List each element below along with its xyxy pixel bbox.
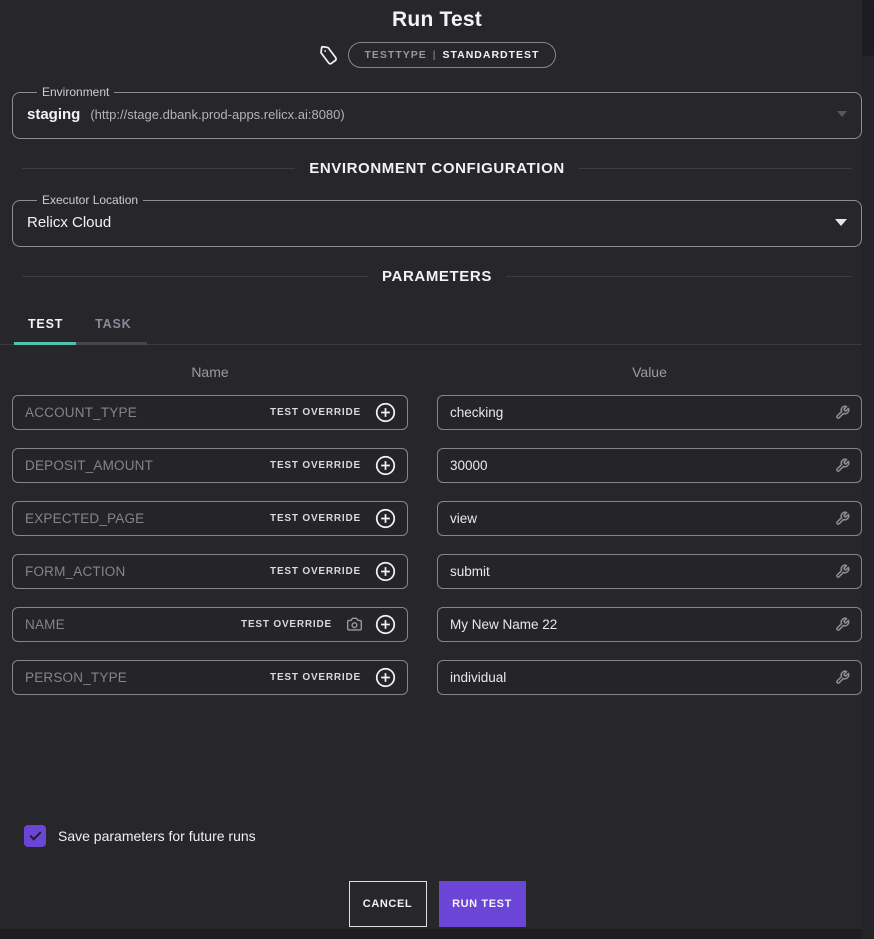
test-override-badge: TEST OVERRIDE <box>270 407 361 418</box>
param-value-field[interactable]: view <box>437 501 862 536</box>
value-column-header: Value <box>437 364 862 380</box>
add-override-button[interactable] <box>375 402 396 423</box>
environment-label: Environment <box>37 85 114 99</box>
save-parameters-checkbox[interactable] <box>24 825 46 847</box>
wrench-icon[interactable] <box>835 564 850 579</box>
section-parameters: PARAMETERS <box>22 268 852 285</box>
test-override-badge: TEST OVERRIDE <box>270 672 361 683</box>
scrollbar-thumb[interactable] <box>862 0 874 56</box>
tag-icon <box>318 45 339 66</box>
section-environment-configuration: ENVIRONMENT CONFIGURATION <box>22 160 852 177</box>
param-name: FORM_ACTION <box>25 564 270 579</box>
dialog-bottom-edge <box>0 929 874 939</box>
param-name: DEPOSIT_AMOUNT <box>25 458 270 473</box>
scrollbar-track[interactable] <box>862 0 874 939</box>
param-name: EXPECTED_PAGE <box>25 511 270 526</box>
param-value-field[interactable]: My New Name 22 <box>437 607 862 642</box>
add-override-button[interactable] <box>375 667 396 688</box>
param-value-field[interactable]: submit <box>437 554 862 589</box>
param-value-field[interactable]: checking <box>437 395 862 430</box>
chevron-down-icon[interactable] <box>835 219 847 226</box>
badge-separator: | <box>433 49 437 61</box>
executor-location-select[interactable]: Executor Location Relicx Cloud <box>12 193 862 247</box>
param-name: PERSON_TYPE <box>25 670 270 685</box>
environment-select[interactable]: Environment staging (http://stage.dbank.… <box>12 85 862 139</box>
param-name-field[interactable]: FORM_ACTION TEST OVERRIDE <box>12 554 408 589</box>
table-row: EXPECTED_PAGE TEST OVERRIDE view <box>12 501 862 536</box>
test-override-badge: TEST OVERRIDE <box>270 460 361 471</box>
camera-icon[interactable] <box>346 617 363 632</box>
badge-key-label: TESTTYPE <box>365 49 427 61</box>
environment-url: (http://stage.dbank.prod-apps.relicx.ai:… <box>90 107 344 122</box>
wrench-icon[interactable] <box>835 458 850 473</box>
parameters-tabs: TEST TASK <box>0 309 874 345</box>
param-name: ACCOUNT_TYPE <box>25 405 270 420</box>
section-title: PARAMETERS <box>382 268 492 285</box>
environment-value: staging <box>27 106 80 123</box>
chevron-down-icon[interactable] <box>837 111 847 117</box>
param-name-field[interactable]: PERSON_TYPE TEST OVERRIDE <box>12 660 408 695</box>
run-test-dialog: Run Test TESTTYPE | STANDARDTEST Environ… <box>0 0 874 939</box>
table-headers: Name Value <box>12 364 862 380</box>
param-value-field[interactable]: individual <box>437 660 862 695</box>
parameters-table: Name Value ACCOUNT_TYPE TEST OVERRIDE <box>12 364 862 695</box>
add-override-button[interactable] <box>375 508 396 529</box>
table-row: DEPOSIT_AMOUNT TEST OVERRIDE 30000 <box>12 448 862 483</box>
param-name-field[interactable]: ACCOUNT_TYPE TEST OVERRIDE <box>12 395 408 430</box>
param-value: view <box>450 511 835 526</box>
test-override-badge: TEST OVERRIDE <box>270 513 361 524</box>
param-name-field[interactable]: NAME TEST OVERRIDE <box>12 607 408 642</box>
add-override-button[interactable] <box>375 455 396 476</box>
test-override-badge: TEST OVERRIDE <box>270 566 361 577</box>
param-name-field[interactable]: DEPOSIT_AMOUNT TEST OVERRIDE <box>12 448 408 483</box>
dialog-title: Run Test <box>0 8 874 32</box>
param-name-field[interactable]: EXPECTED_PAGE TEST OVERRIDE <box>12 501 408 536</box>
dialog-actions: CANCEL RUN TEST <box>0 881 874 927</box>
checkmark-icon <box>29 829 41 841</box>
wrench-icon[interactable] <box>835 670 850 685</box>
tab-task[interactable]: TASK <box>79 309 147 344</box>
table-row: ACCOUNT_TYPE TEST OVERRIDE checking <box>12 395 862 430</box>
table-row: PERSON_TYPE TEST OVERRIDE individual <box>12 660 862 695</box>
name-column-header: Name <box>12 364 408 380</box>
param-value: individual <box>450 670 835 685</box>
param-value-field[interactable]: 30000 <box>437 448 862 483</box>
param-value: 30000 <box>450 458 835 473</box>
test-type-badge: TESTTYPE | STANDARDTEST <box>348 42 557 68</box>
table-row: NAME TEST OVERRIDE My New Name 22 <box>12 607 862 642</box>
table-row: FORM_ACTION TEST OVERRIDE submit <box>12 554 862 589</box>
wrench-icon[interactable] <box>835 511 850 526</box>
param-name: NAME <box>25 617 241 632</box>
parameter-rows: ACCOUNT_TYPE TEST OVERRIDE checking <box>12 395 862 695</box>
badge-value-label: STANDARDTEST <box>443 49 540 61</box>
run-test-button[interactable]: RUN TEST <box>439 881 526 927</box>
tab-test[interactable]: TEST <box>12 309 79 344</box>
wrench-icon[interactable] <box>835 617 850 632</box>
save-parameters-row: Save parameters for future runs <box>24 825 874 847</box>
param-value: submit <box>450 564 835 579</box>
test-type-badge-row: TESTTYPE | STANDARDTEST <box>0 41 874 69</box>
active-tab-indicator <box>14 342 76 345</box>
save-parameters-label: Save parameters for future runs <box>58 828 256 844</box>
param-value: checking <box>450 405 835 420</box>
add-override-button[interactable] <box>375 614 396 635</box>
add-override-button[interactable] <box>375 561 396 582</box>
executor-location-label: Executor Location <box>37 193 143 207</box>
section-title: ENVIRONMENT CONFIGURATION <box>309 160 565 177</box>
test-override-badge: TEST OVERRIDE <box>241 619 332 630</box>
cancel-button[interactable]: CANCEL <box>349 881 427 927</box>
param-value: My New Name 22 <box>450 617 835 632</box>
wrench-icon[interactable] <box>835 405 850 420</box>
executor-location-value: Relicx Cloud <box>27 214 111 231</box>
